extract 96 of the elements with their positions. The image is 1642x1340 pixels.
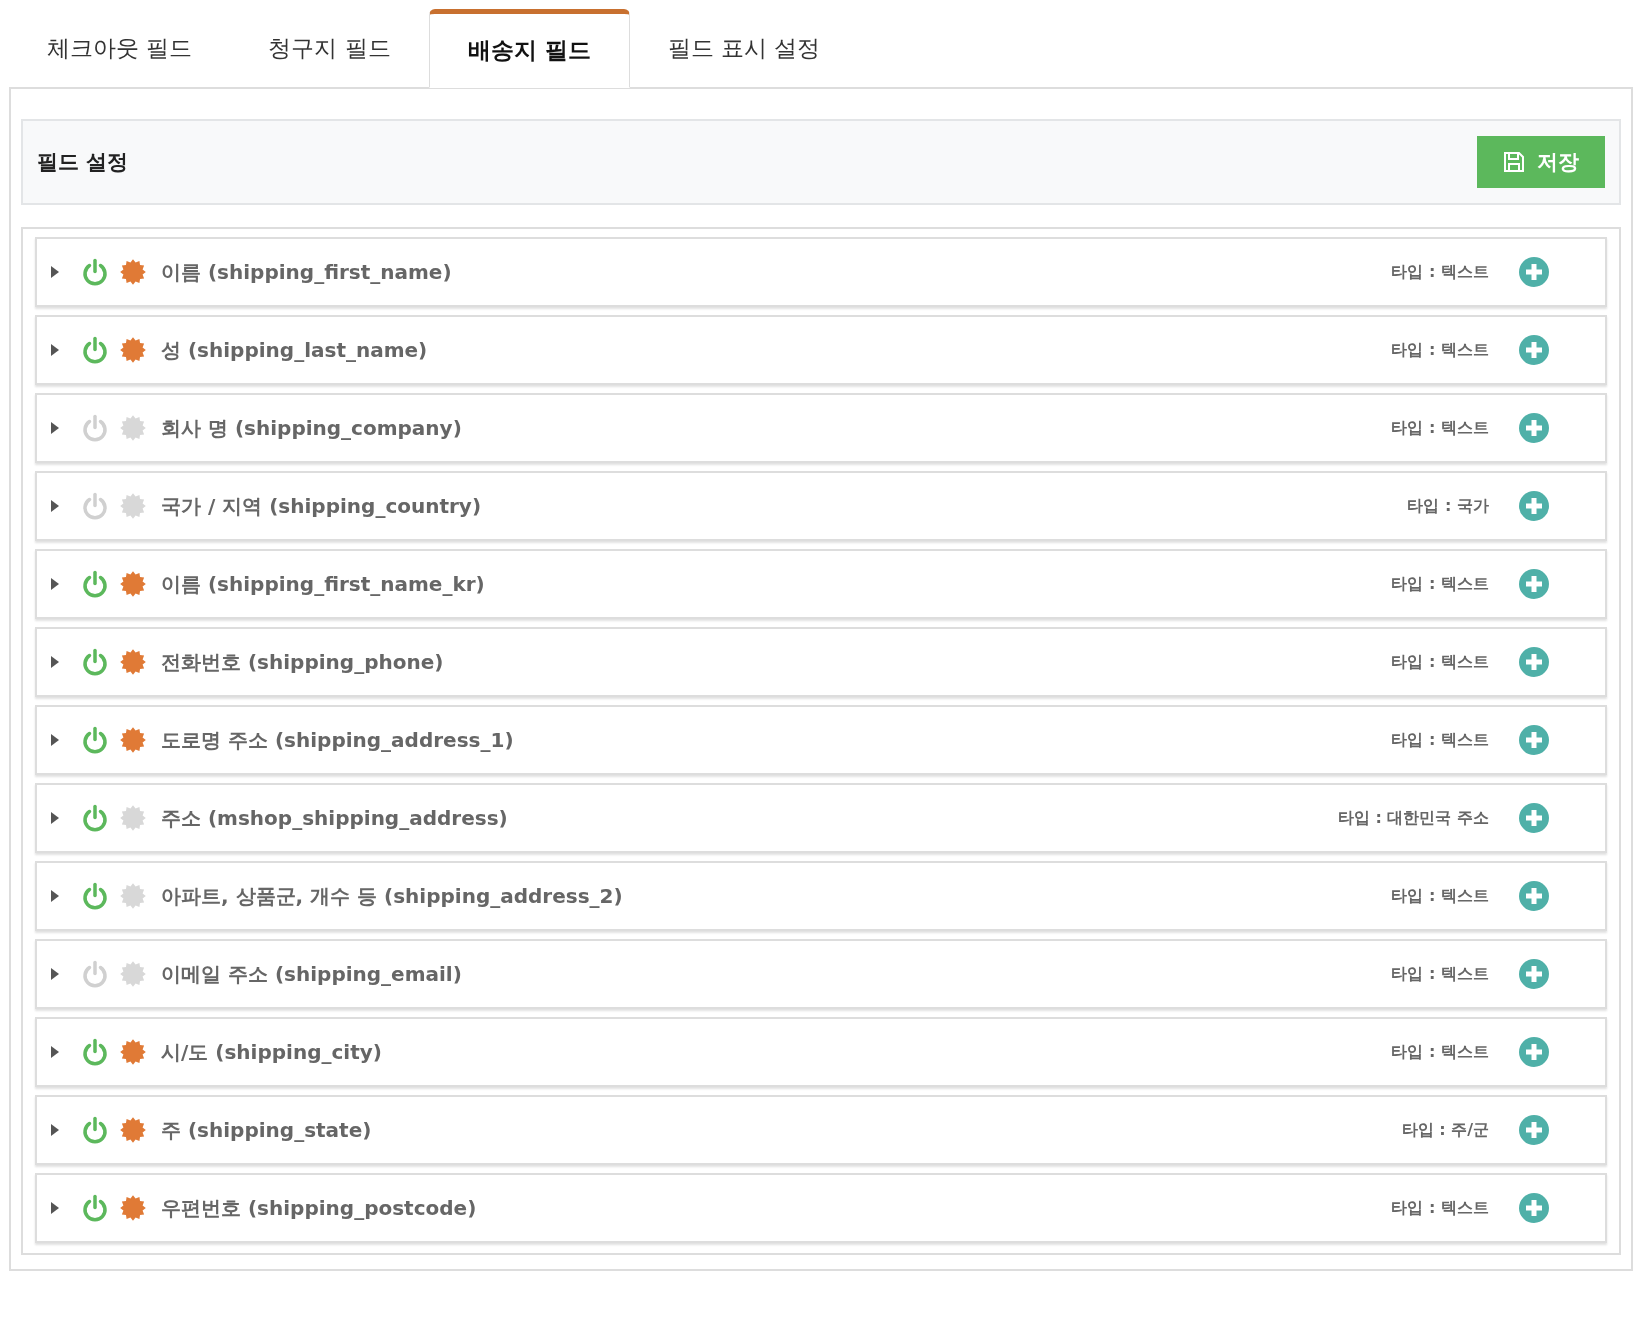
power-icon[interactable]	[81, 258, 109, 286]
add-icon[interactable]	[1519, 413, 1549, 443]
field-type: 타입 : 주/군	[1401, 1119, 1489, 1141]
add-icon[interactable]	[1519, 881, 1549, 911]
field-row[interactable]: 이메일 주소 (shipping_email) 타입 : 텍스트	[35, 939, 1607, 1009]
add-icon[interactable]	[1519, 725, 1549, 755]
power-icon[interactable]	[81, 492, 109, 520]
badge-icon[interactable]	[119, 336, 147, 364]
power-icon[interactable]	[81, 882, 109, 910]
field-type: 타입 : 대한민국 주소	[1337, 807, 1489, 829]
field-type: 타입 : 텍스트	[1391, 1197, 1489, 1219]
caret-icon[interactable]	[51, 812, 59, 824]
add-icon[interactable]	[1519, 959, 1549, 989]
field-row[interactable]: 시/도 (shipping_city) 타입 : 텍스트	[35, 1017, 1607, 1087]
field-type: 타입 : 텍스트	[1391, 651, 1489, 673]
badge-icon[interactable]	[119, 882, 147, 910]
caret-icon[interactable]	[51, 578, 59, 590]
field-label: 성 (shipping_last_name)	[161, 336, 429, 364]
field-label: 이름 (shipping_first_name)	[161, 258, 453, 286]
add-icon[interactable]	[1519, 1037, 1549, 1067]
field-row[interactable]: 도로명 주소 (shipping_address_1) 타입 : 텍스트	[35, 705, 1607, 775]
field-row[interactable]: 아파트, 상품군, 개수 등 (shipping_address_2) 타입 : 텍스트	[35, 861, 1607, 931]
badge-icon[interactable]	[119, 570, 147, 598]
tab[interactable]: 체크아웃 필드	[9, 9, 231, 88]
power-icon[interactable]	[81, 726, 109, 754]
field-label: 도로명 주소 (shipping_address_1)	[161, 726, 515, 754]
field-row[interactable]: 이름 (shipping_first_name_kr) 타입 : 텍스트	[35, 549, 1607, 619]
field-label: 주 (shipping_state)	[161, 1116, 373, 1144]
power-icon[interactable]	[81, 336, 109, 364]
field-type: 타입 : 텍스트	[1391, 339, 1489, 361]
field-row[interactable]: 주소 (mshop_shipping_address) 타입 : 대한민국 주소	[35, 783, 1607, 853]
badge-icon[interactable]	[119, 414, 147, 442]
power-icon[interactable]	[81, 1116, 109, 1144]
add-icon[interactable]	[1519, 1193, 1549, 1223]
field-row[interactable]: 국가 / 지역 (shipping_country) 타입 : 국가	[35, 471, 1607, 541]
caret-icon[interactable]	[51, 344, 59, 356]
caret-icon[interactable]	[51, 734, 59, 746]
badge-icon[interactable]	[119, 726, 147, 754]
caret-icon[interactable]	[51, 422, 59, 434]
badge-icon[interactable]	[119, 960, 147, 988]
add-icon[interactable]	[1519, 647, 1549, 677]
badge-icon[interactable]	[119, 492, 147, 520]
badge-icon[interactable]	[119, 648, 147, 676]
field-row[interactable]: 주 (shipping_state) 타입 : 주/군	[35, 1095, 1607, 1165]
tab[interactable]: 필드 표시 설정	[629, 9, 859, 88]
add-icon[interactable]	[1519, 257, 1549, 287]
field-row[interactable]: 회사 명 (shipping_company) 타입 : 텍스트	[35, 393, 1607, 463]
power-icon[interactable]	[81, 960, 109, 988]
caret-icon[interactable]	[51, 890, 59, 902]
field-row[interactable]: 우편번호 (shipping_postcode) 타입 : 텍스트	[35, 1173, 1607, 1243]
power-icon[interactable]	[81, 1038, 109, 1066]
panel-title: 필드 설정	[37, 149, 129, 176]
field-label: 아파트, 상품군, 개수 등 (shipping_address_2)	[161, 882, 624, 910]
field-label: 전화번호 (shipping_phone)	[161, 648, 445, 676]
field-row[interactable]: 성 (shipping_last_name) 타입 : 텍스트	[35, 315, 1607, 385]
power-icon[interactable]	[81, 1194, 109, 1222]
field-label: 시/도 (shipping_city)	[161, 1038, 383, 1066]
field-label: 주소 (mshop_shipping_address)	[161, 804, 509, 832]
power-icon[interactable]	[81, 804, 109, 832]
field-label: 이메일 주소 (shipping_email)	[161, 960, 463, 988]
add-icon[interactable]	[1519, 569, 1549, 599]
badge-icon[interactable]	[119, 1038, 147, 1066]
field-row[interactable]: 전화번호 (shipping_phone) 타입 : 텍스트	[35, 627, 1607, 697]
tab[interactable]: 청구지 필드	[230, 9, 429, 88]
field-type: 타입 : 텍스트	[1391, 573, 1489, 595]
field-label: 이름 (shipping_first_name_kr)	[161, 570, 486, 598]
caret-icon[interactable]	[51, 266, 59, 278]
field-label: 회사 명 (shipping_company)	[161, 414, 463, 442]
field-label: 우편번호 (shipping_postcode)	[161, 1194, 478, 1222]
caret-icon[interactable]	[51, 968, 59, 980]
badge-icon[interactable]	[119, 258, 147, 286]
add-icon[interactable]	[1519, 491, 1549, 521]
badge-icon[interactable]	[119, 1116, 147, 1144]
add-icon[interactable]	[1519, 1115, 1549, 1145]
power-icon[interactable]	[81, 570, 109, 598]
field-type: 타입 : 국가	[1407, 495, 1489, 517]
field-type: 타입 : 텍스트	[1391, 885, 1489, 907]
caret-icon[interactable]	[51, 1124, 59, 1136]
caret-icon[interactable]	[51, 1046, 59, 1058]
badge-icon[interactable]	[119, 804, 147, 832]
field-row[interactable]: 이름 (shipping_first_name) 타입 : 텍스트	[35, 237, 1607, 307]
field-type: 타입 : 텍스트	[1391, 729, 1489, 751]
caret-icon[interactable]	[51, 1202, 59, 1214]
field-label: 국가 / 지역 (shipping_country)	[161, 492, 483, 520]
add-icon[interactable]	[1519, 803, 1549, 833]
field-type: 타입 : 텍스트	[1391, 1041, 1489, 1063]
power-icon[interactable]	[81, 414, 109, 442]
field-type: 타입 : 텍스트	[1391, 417, 1489, 439]
field-type: 타입 : 텍스트	[1391, 963, 1489, 985]
add-icon[interactable]	[1519, 335, 1549, 365]
badge-icon[interactable]	[119, 1194, 147, 1222]
field-type: 타입 : 텍스트	[1391, 261, 1489, 283]
power-icon[interactable]	[81, 648, 109, 676]
tab[interactable]: 배송지 필드	[428, 9, 630, 88]
caret-icon[interactable]	[51, 500, 59, 512]
caret-icon[interactable]	[51, 656, 59, 668]
